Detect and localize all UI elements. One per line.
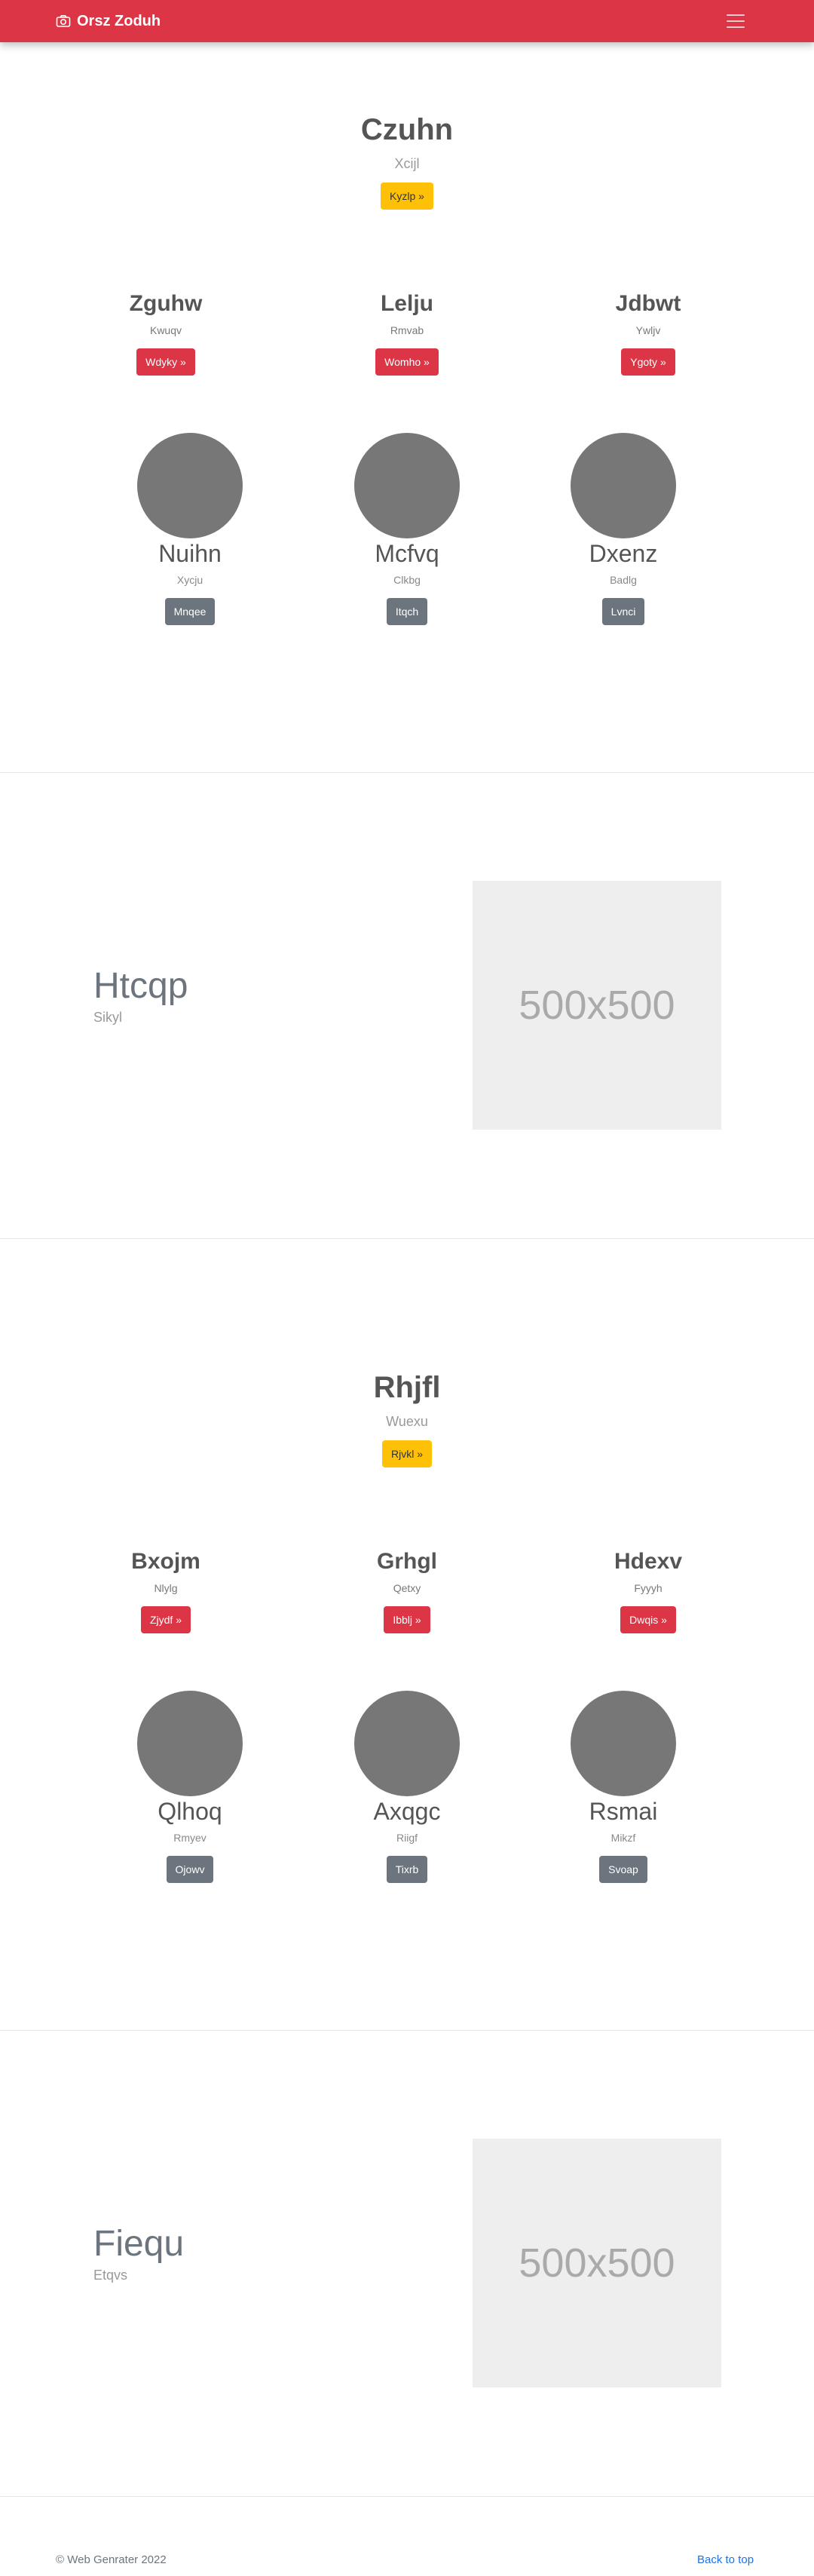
column-button[interactable]: Zjydf »	[140, 1606, 191, 1633]
placeholder-image: 500x500	[473, 881, 721, 1130]
column-subtitle: Fyyyh	[634, 1582, 663, 1594]
avatar	[137, 1691, 243, 1796]
hero-title: Rhjfl	[373, 1371, 441, 1404]
brand-name: Orsz Zoduh	[77, 12, 161, 29]
person-button[interactable]: Tixrb	[386, 1856, 428, 1883]
section-divider	[0, 2030, 814, 2031]
avatar	[137, 433, 243, 538]
column-title: Zguhw	[129, 291, 203, 316]
person-card: Axqgc Riigf Tixrb	[332, 1691, 482, 1883]
column-card: Jdbwt Ywljv Ygoty »	[573, 291, 724, 376]
feature-title: Fiequ	[93, 2224, 185, 2264]
column-title: Bxojm	[131, 1549, 200, 1574]
person-subtitle: Mikzf	[610, 1832, 636, 1844]
section-divider	[0, 772, 814, 773]
person-subtitle: Riigf	[396, 1832, 418, 1844]
feature-subtitle: Sikyl	[93, 1010, 123, 1025]
avatar	[571, 433, 676, 538]
navbar-toggler-button[interactable]	[718, 6, 754, 36]
hero-title: Czuhn	[360, 113, 454, 146]
avatar	[354, 433, 460, 538]
column-card: Hdexv Fyyyh Dwqis »	[573, 1549, 724, 1633]
person-button[interactable]: Svoap	[599, 1856, 647, 1883]
column-subtitle: Qetxy	[393, 1582, 421, 1594]
column-button[interactable]: Ygoty »	[621, 348, 675, 376]
column-card: Lelju Rmvab Womho »	[332, 291, 482, 376]
person-card: Rsmai Mikzf Svoap	[548, 1691, 699, 1883]
hero-button[interactable]: Rjvkl »	[381, 1440, 432, 1467]
person-name: Mcfvq	[375, 540, 439, 567]
person-name: Rsmai	[589, 1798, 658, 1825]
column-button[interactable]: Ibblj »	[384, 1606, 430, 1633]
column-subtitle: Rmvab	[390, 324, 424, 336]
person-name: Nuihn	[158, 540, 222, 567]
person-subtitle: Badlg	[610, 574, 637, 586]
section-divider	[0, 1238, 814, 1239]
hamburger-icon	[727, 14, 745, 16]
person-card: Nuihn Xycju Mnqee	[115, 433, 265, 625]
feature-text: Fiequ Etqvs	[93, 2223, 184, 2283]
feature-subtitle: Etqvs	[93, 2268, 128, 2283]
column-title: Lelju	[380, 291, 433, 316]
person-name: Qlhoq	[158, 1798, 222, 1825]
person-name: Dxenz	[589, 540, 658, 567]
column-subtitle: Kwuqv	[149, 324, 182, 336]
column-subtitle: Nlylg	[154, 1582, 178, 1594]
column-button[interactable]: Dwqis »	[620, 1606, 676, 1633]
footer: © Web Genrater 2022 Back to top	[0, 2553, 814, 2576]
navbar: Orsz Zoduh	[0, 0, 814, 42]
column-button[interactable]: Womho »	[375, 348, 439, 376]
placeholder-label: 500x500	[519, 2240, 675, 2286]
person-card: Qlhoq Rmyev Ojowv	[115, 1691, 265, 1883]
section-divider	[0, 2496, 814, 2497]
camera-icon	[56, 14, 71, 28]
footer-copyright: © Web Genrater 2022	[56, 2553, 167, 2566]
placeholder-image: 500x500	[473, 2139, 721, 2387]
person-subtitle: Clkbg	[393, 574, 421, 586]
column-card: Grhgl Qetxy Ibblj »	[332, 1549, 482, 1633]
person-subtitle: Xycju	[176, 574, 204, 586]
column-card: Bxojm Nlylg Zjydf »	[90, 1549, 241, 1633]
hero-subtitle: Xcijl	[394, 156, 420, 171]
person-button[interactable]: Mnqee	[164, 598, 216, 625]
person-card: Dxenz Badlg Lvnci	[548, 433, 699, 625]
avatar	[354, 1691, 460, 1796]
feature-text: Htcqp Sikyl	[93, 965, 188, 1026]
column-button[interactable]: Wdyky »	[136, 348, 195, 376]
column-title: Jdbwt	[615, 291, 681, 316]
person-button[interactable]: Ojowv	[166, 1856, 214, 1883]
placeholder-label: 500x500	[519, 983, 675, 1028]
feature-title: Htcqp	[93, 966, 188, 1006]
avatar	[571, 1691, 676, 1796]
person-name: Axqgc	[373, 1798, 441, 1825]
hero-section: Rhjfl Wuexu Rjvkl »	[0, 1371, 814, 1467]
column-title: Hdexv	[614, 1549, 683, 1574]
back-to-top-link[interactable]: Back to top	[697, 2553, 754, 2566]
column-card: Zguhw Kwuqv Wdyky »	[90, 291, 241, 376]
person-button[interactable]: Lvnci	[601, 598, 645, 625]
brand-link[interactable]: Orsz Zoduh	[56, 0, 161, 42]
hero-section: Czuhn Xcijl Kyzlp »	[0, 113, 814, 210]
person-button[interactable]: Itqch	[386, 598, 428, 625]
hero-subtitle: Wuexu	[386, 1414, 428, 1429]
person-subtitle: Rmyev	[173, 1832, 207, 1844]
column-subtitle: Ywljv	[635, 324, 661, 336]
person-card: Mcfvq Clkbg Itqch	[332, 433, 482, 625]
column-title: Grhgl	[377, 1549, 437, 1574]
hero-button[interactable]: Kyzlp »	[381, 182, 433, 210]
